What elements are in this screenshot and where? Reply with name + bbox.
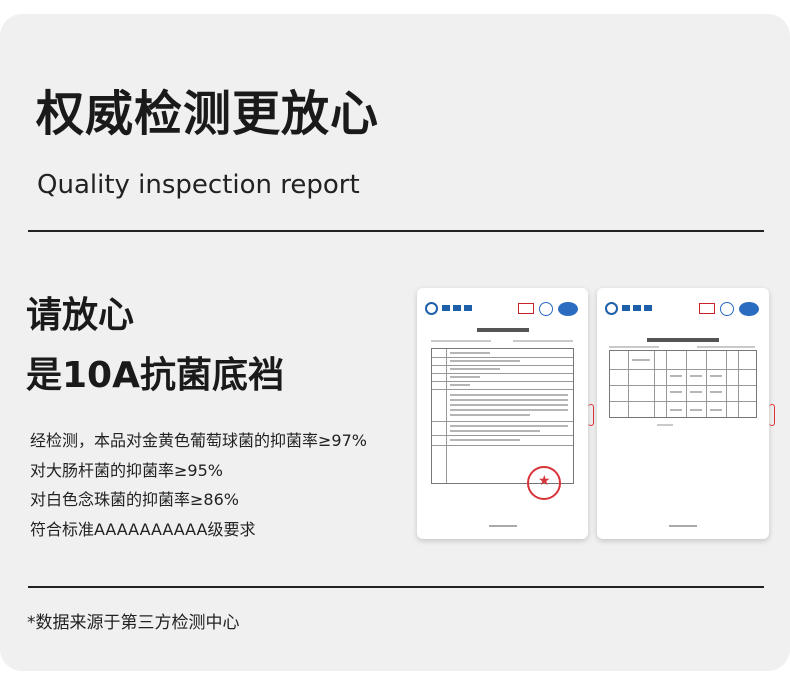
- cma-mark-icon: [699, 303, 715, 314]
- ilac-mark-icon: [539, 302, 553, 316]
- content-card: 权威检测更放心 Quality inspection report 请放心 是1…: [0, 14, 790, 671]
- lab-logo-icon: [605, 302, 618, 315]
- lab-logo-wordmark: [442, 303, 472, 313]
- report-title-text: [477, 328, 529, 332]
- page-subtitle: Quality inspection report: [37, 170, 360, 200]
- test-result-item: 符合标准AAAAAAAAAA级要求: [30, 519, 256, 539]
- certification-marks: [699, 302, 761, 316]
- report-table: [431, 348, 574, 484]
- inspection-report-image: ★: [417, 288, 588, 539]
- cnas-mark-icon: [558, 302, 578, 316]
- test-result-item: 对白色念珠菌的抑菌率≥86%: [30, 490, 239, 509]
- report-title-text: [647, 338, 719, 342]
- data-source-note: *数据来源于第三方检测中心: [27, 613, 240, 633]
- page-title: 权威检测更放心: [36, 86, 380, 142]
- feature-heading-line2: 是10A抗菌底裆: [26, 355, 284, 396]
- seal-edge-icon: [769, 404, 775, 426]
- test-results-list: 经检测，本品对金黄色葡萄球菌的抑菌率≥97% 对大肠杆菌的抑菌率≥95% 对白色…: [30, 426, 367, 544]
- cma-mark-icon: [518, 303, 534, 314]
- inspection-report-results-image: [597, 288, 769, 539]
- cnas-mark-icon: [739, 302, 759, 316]
- report-header: [605, 300, 761, 318]
- lab-logo-wordmark: [622, 303, 652, 313]
- ilac-mark-icon: [720, 302, 734, 316]
- lab-logo-icon: [425, 302, 438, 315]
- test-result-item: 对大肠杆菌的抑菌率≥95%: [30, 460, 223, 480]
- test-result-item: 经检测，本品对金黄色葡萄球菌的抑菌率≥97%: [30, 431, 367, 450]
- certification-marks: [518, 302, 580, 316]
- bottom-divider: [28, 586, 764, 588]
- seal-edge-icon: [588, 404, 594, 426]
- report-header: [425, 300, 580, 318]
- top-divider: [28, 230, 764, 232]
- feature-heading-line1: 请放心: [26, 295, 135, 336]
- official-seal-icon: ★: [527, 466, 561, 500]
- results-table: [609, 350, 757, 418]
